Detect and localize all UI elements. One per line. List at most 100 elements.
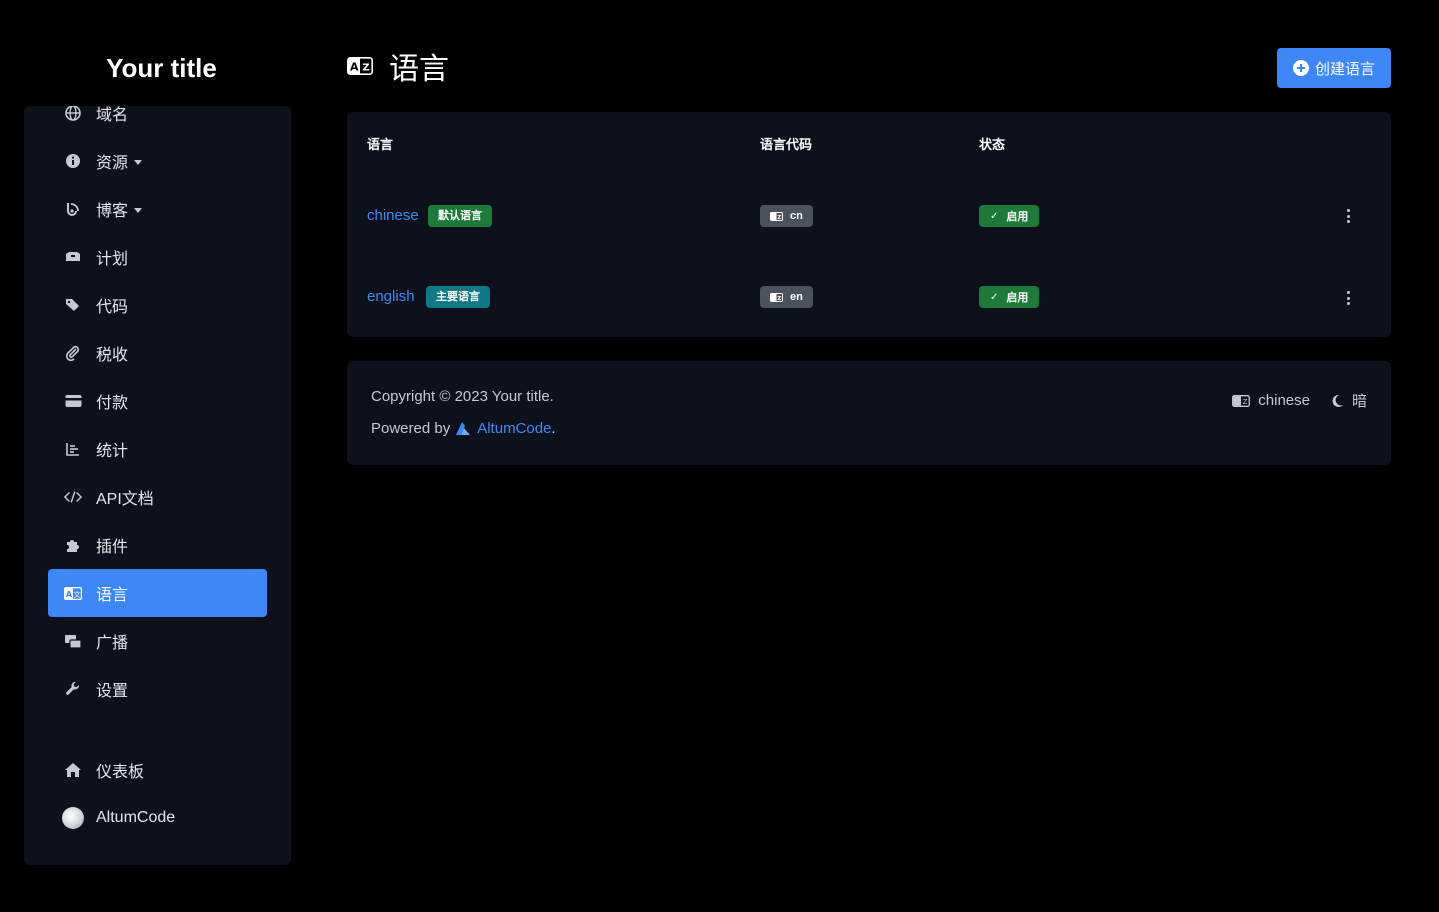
box-icon (64, 248, 82, 266)
svg-text:文: 文 (74, 590, 81, 599)
language-code: en (790, 291, 803, 303)
code-icon (64, 488, 82, 506)
check-icon: ✓ (990, 291, 999, 303)
avatar (62, 807, 84, 829)
svg-text:Z: Z (1243, 398, 1248, 406)
tags-icon (64, 296, 82, 314)
footer-controls: Z chinese 暗 (1232, 390, 1367, 411)
sidebar-item-label: 插件 (96, 539, 129, 556)
sidebar-item-settings[interactable]: 设置 (48, 665, 267, 713)
language-icon: Z (1232, 394, 1251, 407)
row-actions-menu-icon[interactable] (1343, 289, 1353, 307)
footer: Copyright © 2023 Your title. Powered by … (347, 361, 1391, 465)
page-title: 语言 (389, 53, 449, 86)
brand-title[interactable]: Your title (24, 48, 299, 88)
powered-by-suffix: . (551, 420, 556, 437)
language-icon: A文 (64, 584, 82, 602)
sidebar-item-label: 设置 (96, 683, 129, 700)
status-label: 启用 (1006, 292, 1029, 304)
moon-icon (1332, 394, 1343, 407)
info-icon (64, 152, 82, 170)
create-language-label: 创建语言 (1314, 60, 1375, 78)
status-badge: ✓ 启用 (979, 286, 1040, 308)
sidebar-item-plans[interactable]: 计划 (48, 233, 267, 281)
sidebar-item-label: 付款 (96, 395, 129, 412)
language-code-badge: Z cn (760, 205, 813, 227)
paperclip-icon (64, 344, 82, 362)
language-code: cn (790, 210, 803, 222)
plus-circle-icon (1292, 60, 1309, 76)
table-row: english 主要语言 Z en ✓ 启用 (347, 277, 1391, 317)
sidebar-item-label: 税收 (96, 347, 129, 364)
sidebar-item-resources[interactable]: 资源 (48, 137, 267, 185)
language-switcher[interactable]: Z chinese (1232, 392, 1310, 409)
theme-toggle[interactable]: 暗 (1330, 390, 1367, 411)
column-header-status: 状态 (979, 137, 1006, 152)
svg-text:A: A (350, 61, 359, 74)
altumcode-link[interactable]: AltumCode (477, 420, 551, 437)
sidebar-user-name: AltumCode (96, 809, 176, 826)
table-row: chinese 默认语言 Z cn ✓ 启用 (347, 196, 1391, 236)
puzzle-icon (64, 536, 82, 554)
sidebar-item-label: 博客 (96, 203, 129, 220)
language-switcher-label: chinese (1258, 392, 1310, 409)
svg-text:Z: Z (362, 63, 369, 74)
sidebar-item-label: 统计 (96, 443, 129, 460)
home-icon (64, 761, 82, 779)
powered-by: Powered by AltumCode . (371, 420, 556, 437)
powered-by-prefix: Powered by (371, 420, 451, 437)
language-icon: Z (770, 211, 783, 221)
globe-icon (64, 106, 82, 122)
svg-text:A: A (66, 590, 73, 599)
altumcode-logo-icon (456, 421, 471, 435)
languages-table: 语言 语言代码 状态 chinese 默认语言 Z cn ✓ 启用 englis… (347, 112, 1391, 337)
sidebar-item-label: 语言 (96, 587, 129, 604)
sidebar-item-payments[interactable]: 付款 (48, 377, 267, 425)
status-badge: ✓ 启用 (979, 205, 1040, 227)
check-icon: ✓ (990, 210, 999, 222)
chart-icon (64, 440, 82, 458)
language-icon: AZ (347, 57, 373, 75)
sidebar-item-api-docs[interactable]: API文档 (48, 473, 267, 521)
default-language-badge: 默认语言 (428, 205, 492, 227)
language-icon: Z (770, 292, 783, 302)
theme-toggle-label: 暗 (1351, 393, 1367, 410)
sidebar-item-label: API文档 (96, 491, 154, 508)
sidebar-item-label: 计划 (96, 251, 129, 268)
svg-text:Z: Z (777, 215, 781, 221)
sidebar-item-domains[interactable]: 域名 (48, 106, 267, 137)
wrench-icon (64, 680, 82, 698)
chevron-down-icon (134, 159, 143, 165)
svg-text:Z: Z (777, 296, 781, 302)
sidebar-item-label: 代码 (96, 299, 129, 316)
sidebar-item-label: 仪表板 (96, 764, 145, 781)
page-header: AZ 语言 (347, 44, 449, 88)
sidebar-item-blog[interactable]: 博客 (48, 185, 267, 233)
sidebar-item-codes[interactable]: 代码 (48, 281, 267, 329)
sidebar-item-statistics[interactable]: 统计 (48, 425, 267, 473)
sidebar-item-plugins[interactable]: 插件 (48, 521, 267, 569)
sidebar-item-languages[interactable]: A文 语言 (48, 569, 267, 617)
chevron-down-icon (134, 207, 143, 213)
sidebar-item-taxes[interactable]: 税收 (48, 329, 267, 377)
broadcast-icon (64, 632, 82, 650)
sidebar-item-dashboard[interactable]: 仪表板 (48, 746, 267, 794)
sidebar-item-label: 资源 (96, 155, 129, 172)
sidebar-user-account[interactable]: AltumCode (48, 794, 267, 842)
credit-card-icon (64, 392, 82, 410)
column-header-language: 语言 (367, 137, 394, 152)
column-header-code: 语言代码 (760, 137, 813, 152)
sidebar-item-label: 广播 (96, 635, 129, 652)
create-language-button[interactable]: 创建语言 (1277, 48, 1391, 88)
blog-icon (64, 200, 82, 218)
main-language-badge: 主要语言 (426, 286, 490, 308)
language-code-badge: Z en (760, 286, 813, 308)
sidebar-item-broadcasts[interactable]: 广播 (48, 617, 267, 665)
sidebar-item-label: 域名 (96, 107, 129, 124)
row-actions-menu-icon[interactable] (1343, 207, 1353, 225)
language-name-link[interactable]: chinese (367, 207, 419, 224)
copyright-text: Copyright © 2023 Your title. (371, 388, 554, 405)
language-name-link[interactable]: english (367, 288, 415, 305)
status-label: 启用 (1006, 211, 1029, 223)
sidebar: 域名 资源 博客 计划 代码 税收 付款 统计 API文档 插件 A 文 语言 … (24, 106, 291, 865)
